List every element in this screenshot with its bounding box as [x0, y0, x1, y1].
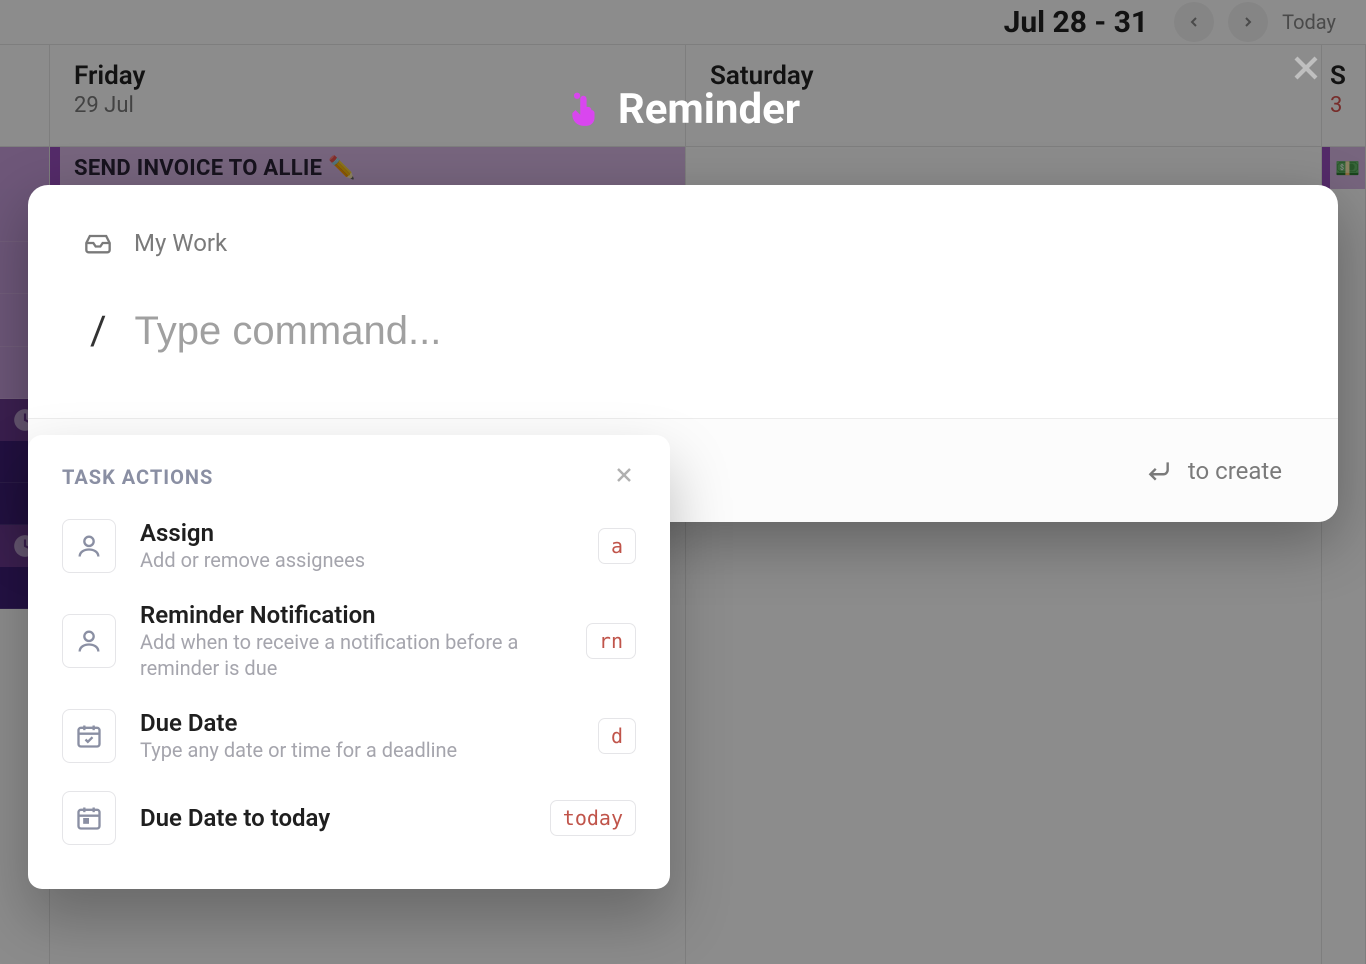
shortcut-badge: a — [598, 528, 636, 564]
action-desc: Type any date or time for a deadline — [140, 737, 574, 763]
close-icon — [612, 463, 636, 487]
modal-title: Reminder — [618, 85, 800, 134]
action-title: Due Date to today — [140, 804, 526, 832]
shortcut-badge: today — [550, 800, 636, 836]
location-breadcrumb[interactable]: My Work — [84, 229, 1282, 257]
person-icon — [75, 627, 103, 655]
create-hint: to create — [1188, 457, 1282, 485]
reminder-hand-icon — [566, 91, 604, 129]
close-icon — [1286, 48, 1326, 88]
dropdown-heading: TASK ACTIONS — [62, 465, 213, 489]
action-due-date-today[interactable]: Due Date to today today — [28, 777, 670, 859]
enter-key-icon — [1146, 458, 1172, 484]
calendar-date-icon — [75, 804, 103, 832]
close-button[interactable] — [1286, 48, 1326, 92]
task-actions-dropdown: TASK ACTIONS Assign Add or remove assign… — [28, 435, 670, 889]
action-reminder-notification[interactable]: Reminder Notification Add when to receiv… — [28, 587, 670, 695]
inbox-icon — [84, 229, 112, 257]
command-input[interactable] — [135, 309, 1282, 354]
action-assign[interactable]: Assign Add or remove assignees a — [28, 505, 670, 587]
action-title: Reminder Notification — [140, 601, 562, 629]
shortcut-badge: rn — [586, 623, 636, 659]
calendar-check-icon — [75, 722, 103, 750]
action-desc: Add or remove assignees — [140, 547, 574, 573]
modal-title-row: Reminder — [0, 85, 1366, 134]
location-label: My Work — [134, 229, 227, 257]
person-icon — [75, 532, 103, 560]
action-desc: Add when to receive a notification befor… — [140, 629, 562, 681]
action-due-date[interactable]: Due Date Type any date or time for a dea… — [28, 695, 670, 777]
action-title: Due Date — [140, 709, 574, 737]
shortcut-badge: d — [598, 718, 636, 754]
dropdown-close-button[interactable] — [612, 463, 636, 491]
action-title: Assign — [140, 519, 574, 547]
slash-prefix: / — [90, 307, 107, 354]
